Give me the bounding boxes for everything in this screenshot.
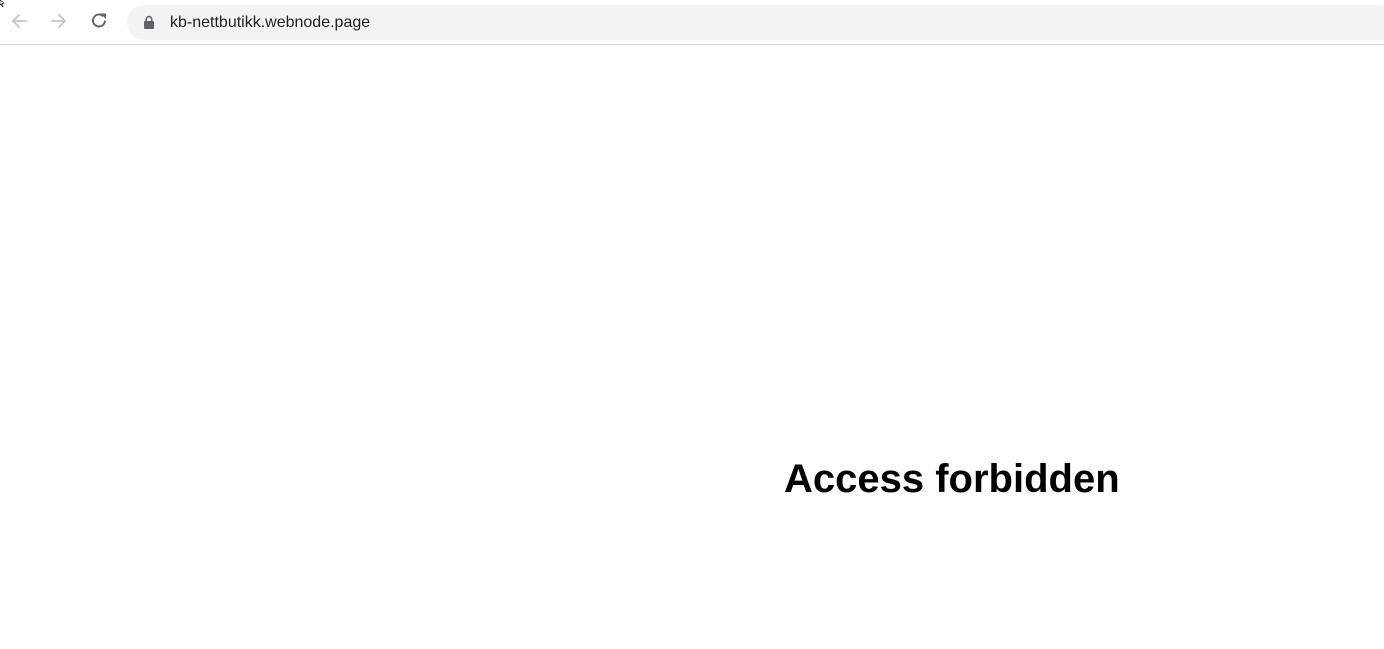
back-button[interactable] xyxy=(4,6,34,36)
arrow-right-icon xyxy=(51,13,67,29)
reload-icon xyxy=(92,13,106,28)
address-bar[interactable]: kb-nettbutikk.webnode.page xyxy=(127,5,1384,40)
forward-button[interactable] xyxy=(44,6,74,36)
url-text: kb-nettbutikk.webnode.page xyxy=(170,14,371,31)
lock-icon xyxy=(144,15,154,29)
arrow-left-icon xyxy=(11,13,27,29)
page-content: Access forbidden xyxy=(0,45,1384,649)
page-title: Access forbidden xyxy=(784,457,1120,501)
reload-button[interactable] xyxy=(84,6,114,36)
mouse-cursor-icon xyxy=(0,0,5,8)
browser-toolbar: kb-nettbutikk.webnode.page xyxy=(0,0,1384,45)
